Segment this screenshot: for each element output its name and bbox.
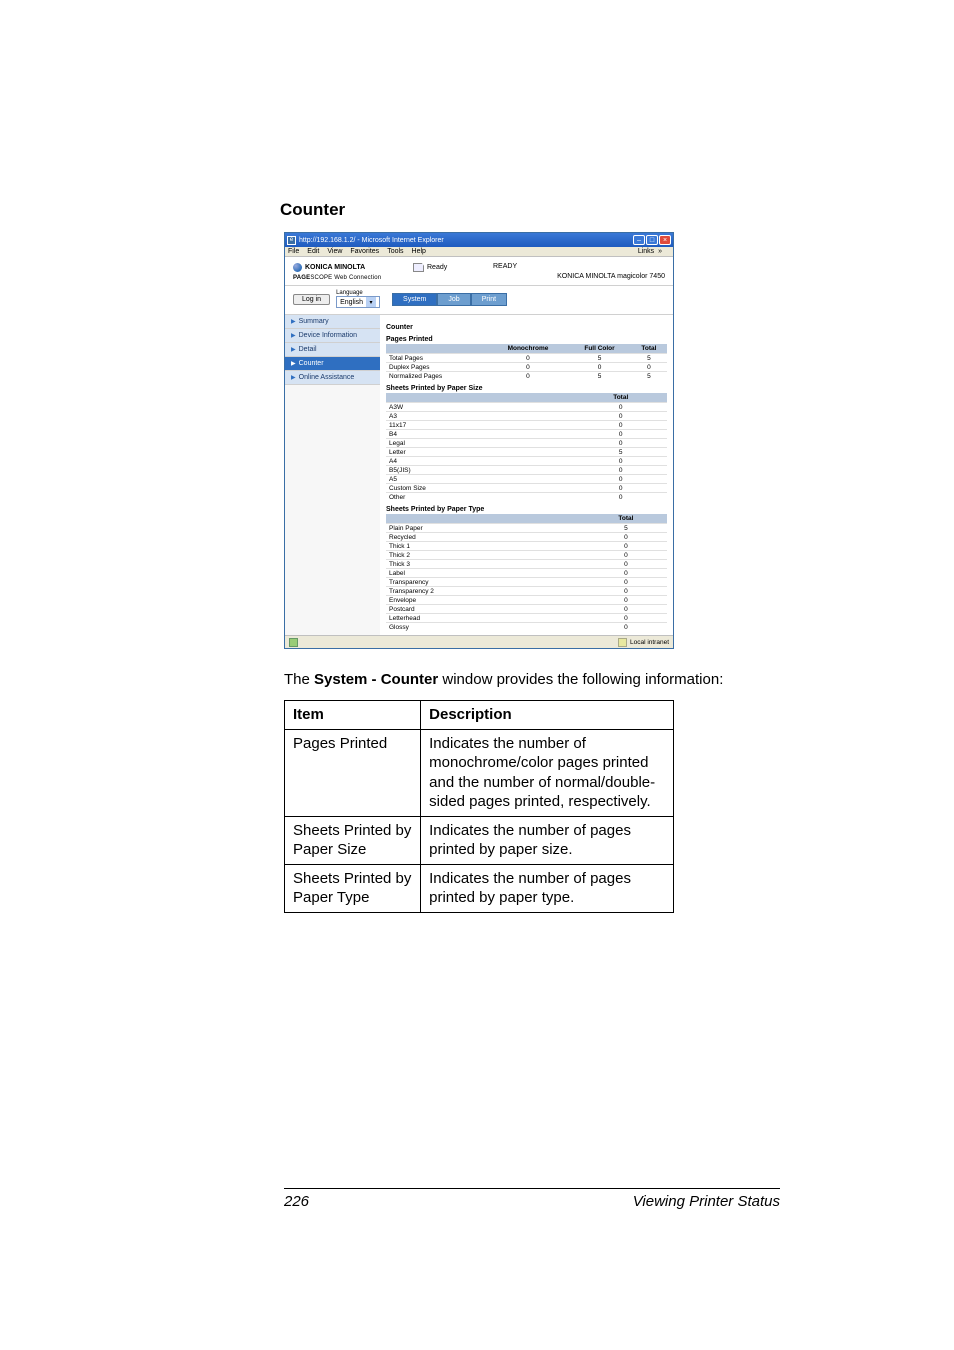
info-table: Item Description Pages Printed Indicates… [284, 700, 674, 913]
titlebar: e http://192.168.1.2/ - Microsoft Intern… [285, 233, 673, 247]
pages-printed-table: Monochrome Full Color Total Total Pages0… [386, 344, 667, 380]
table-row: Sheets Printed by Paper Type Indicates t… [285, 864, 674, 912]
minimize-icon[interactable]: – [633, 235, 645, 245]
product-tagline: PAGESCOPE Web Connection [293, 275, 413, 281]
table-row: Normalized Pages055 [386, 372, 667, 381]
table-row: 11x170 [386, 421, 667, 430]
table-row: Glossy0 [386, 623, 667, 632]
menu-edit[interactable]: Edit [307, 248, 319, 255]
table-row: Legal0 [386, 439, 667, 448]
menu-file[interactable]: File [288, 248, 299, 255]
side-nav: ▶Summary ▶Device Information ▶Detail ▶Co… [285, 315, 380, 635]
caption: The System - Counter window provides the… [284, 671, 784, 688]
sidebar-item-device-info[interactable]: ▶Device Information [285, 329, 380, 343]
pages-printed-label: Pages Printed [386, 336, 667, 343]
menu-view[interactable]: View [327, 248, 342, 255]
model-text: KONICA MINOLTA magicolor 7450 [557, 263, 665, 280]
done-icon [289, 638, 298, 647]
content-title: Counter [386, 324, 667, 331]
sidebar-item-detail[interactable]: ▶Detail [285, 343, 380, 357]
browser-window: e http://192.168.1.2/ - Microsoft Intern… [284, 232, 674, 649]
content-area: Counter Pages Printed Monochrome Full Co… [380, 315, 673, 635]
table-row: B40 [386, 430, 667, 439]
table-row: Custom Size0 [386, 484, 667, 493]
menu-tools[interactable]: Tools [387, 248, 403, 255]
table-row: Duplex Pages000 [386, 363, 667, 372]
control-row: Log in Language English ▾ System Job Pri… [285, 286, 673, 315]
tab-job[interactable]: Job [437, 293, 470, 306]
table-row: Sheets Printed by Paper Size Indicates t… [285, 816, 674, 864]
table-row: Recycled0 [386, 533, 667, 542]
table-row: Other0 [386, 493, 667, 502]
section-title: Counter [280, 200, 784, 220]
ready-label: Ready [427, 264, 447, 271]
table-row: Plain Paper5 [386, 524, 667, 533]
sidebar-item-summary[interactable]: ▶Summary [285, 315, 380, 329]
status-text: READY [493, 263, 517, 270]
menu-help[interactable]: Help [412, 248, 426, 255]
menu-bar: File Edit View Favorites Tools Help Link… [285, 247, 673, 257]
logo-icon [293, 263, 302, 272]
col-item: Item [285, 701, 421, 730]
table-row: A3W0 [386, 403, 667, 412]
table-row: Pages Printed Indicates the number of mo… [285, 729, 674, 816]
table-row: Total Pages055 [386, 354, 667, 363]
login-button[interactable]: Log in [293, 294, 330, 305]
table-row: Postcard0 [386, 605, 667, 614]
table-row: B5(JIS)0 [386, 466, 667, 475]
table-row: Letter5 [386, 448, 667, 457]
menu-favorites[interactable]: Favorites [350, 248, 379, 255]
status-bar: Local intranet [285, 635, 673, 648]
page-footer: 226 Viewing Printer Status [0, 1188, 954, 1211]
security-zone: Local intranet [618, 638, 669, 647]
sidebar-item-online-assistance[interactable]: ▶Online Assistance [285, 371, 380, 385]
intranet-icon [618, 638, 627, 647]
table-row: Thick 20 [386, 551, 667, 560]
table-row: A30 [386, 412, 667, 421]
by-size-table: Total A3W0 A30 11x170 B40 Legal0 Letter5… [386, 393, 667, 501]
table-row: A40 [386, 457, 667, 466]
brand-text: KONICA MINOLTA [305, 264, 365, 271]
table-row: Transparency0 [386, 578, 667, 587]
printer-icon [413, 263, 424, 272]
table-row: Label0 [386, 569, 667, 578]
by-type-label: Sheets Printed by Paper Type [386, 506, 667, 513]
by-type-table: Total Plain Paper5 Recycled0 Thick 10 Th… [386, 514, 667, 631]
chevron-down-icon: ▾ [366, 297, 376, 307]
table-row: Letterhead0 [386, 614, 667, 623]
table-row: Thick 10 [386, 542, 667, 551]
by-size-label: Sheets Printed by Paper Size [386, 385, 667, 392]
sidebar-item-counter[interactable]: ▶Counter [285, 357, 380, 371]
col-description: Description [421, 701, 674, 730]
page-number: 226 [284, 1193, 309, 1210]
maximize-icon[interactable]: □ [646, 235, 658, 245]
language-select[interactable]: English ▾ [336, 296, 380, 308]
table-row: Envelope0 [386, 596, 667, 605]
tab-print[interactable]: Print [471, 293, 507, 306]
toolbar-links[interactable]: Links » [638, 248, 662, 255]
table-row: A50 [386, 475, 667, 484]
footer-section: Viewing Printer Status [633, 1193, 780, 1210]
table-row: Transparency 20 [386, 587, 667, 596]
window-title: http://192.168.1.2/ - Microsoft Internet… [299, 237, 444, 244]
brand-row: KONICA MINOLTA PAGESCOPE Web Connection … [285, 257, 673, 286]
tab-system[interactable]: System [392, 293, 437, 306]
nav-tabs: System Job Print [392, 293, 507, 306]
table-row: Thick 30 [386, 560, 667, 569]
close-icon[interactable]: × [659, 235, 671, 245]
brand-logo: KONICA MINOLTA [293, 263, 413, 272]
ie-icon: e [287, 236, 296, 245]
